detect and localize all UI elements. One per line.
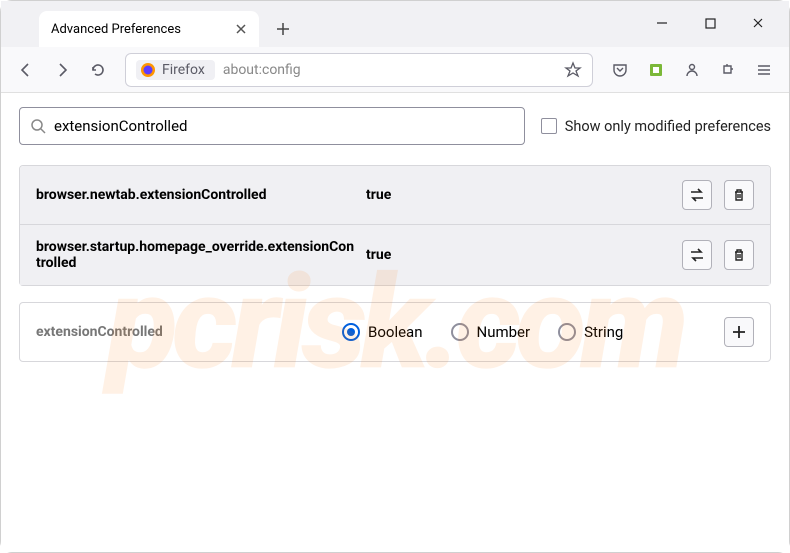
account-icon[interactable] bbox=[675, 53, 709, 87]
preference-name: browser.startup.homepage_override.extens… bbox=[36, 239, 356, 271]
preference-value: true bbox=[366, 187, 672, 203]
search-input[interactable] bbox=[54, 117, 514, 135]
identity-label: Firefox bbox=[162, 62, 205, 78]
toggle-button[interactable] bbox=[682, 240, 712, 270]
preference-row: browser.newtab.extensionControlled true bbox=[20, 166, 770, 225]
show-modified-label: Show only modified preferences bbox=[565, 118, 771, 135]
menu-button[interactable] bbox=[747, 53, 781, 87]
add-button[interactable] bbox=[724, 317, 754, 347]
preference-name: browser.newtab.extensionControlled bbox=[36, 187, 356, 203]
identity-box[interactable]: Firefox bbox=[136, 60, 215, 80]
show-modified-checkbox[interactable]: Show only modified preferences bbox=[541, 118, 771, 135]
url-bar[interactable]: Firefox about:config bbox=[125, 53, 593, 87]
radio-icon bbox=[558, 323, 576, 341]
firefox-icon bbox=[140, 62, 156, 78]
url-address: about:config bbox=[223, 62, 556, 78]
search-box[interactable] bbox=[19, 107, 525, 145]
search-icon bbox=[30, 118, 46, 134]
extension-icon[interactable] bbox=[639, 53, 673, 87]
delete-button[interactable] bbox=[724, 240, 754, 270]
tab-active[interactable]: Advanced Preferences bbox=[39, 11, 259, 47]
radio-boolean[interactable]: Boolean bbox=[342, 323, 423, 341]
bookmark-icon[interactable] bbox=[564, 61, 582, 79]
preference-row: browser.startup.homepage_override.extens… bbox=[20, 225, 770, 285]
forward-button[interactable] bbox=[45, 53, 79, 87]
checkbox-icon bbox=[541, 118, 557, 134]
tab-title: Advanced Preferences bbox=[51, 22, 181, 37]
extensions-icon[interactable] bbox=[711, 53, 745, 87]
radio-label: Number bbox=[477, 323, 531, 341]
radio-label: String bbox=[584, 323, 623, 341]
radio-string[interactable]: String bbox=[558, 323, 623, 341]
delete-button[interactable] bbox=[724, 180, 754, 210]
pocket-icon[interactable] bbox=[603, 53, 637, 87]
new-tab-button[interactable] bbox=[265, 11, 301, 47]
toolbar: Firefox about:config bbox=[1, 47, 789, 93]
new-preference-name: extensionControlled bbox=[36, 324, 326, 340]
reload-button[interactable] bbox=[81, 53, 115, 87]
preferences-table: browser.newtab.extensionControlled true … bbox=[19, 165, 771, 286]
type-radio-group: Boolean Number String bbox=[342, 323, 708, 341]
new-preference-row: extensionControlled Boolean Number Strin… bbox=[19, 302, 771, 362]
close-icon[interactable] bbox=[235, 23, 247, 35]
content: Show only modified preferences browser.n… bbox=[1, 93, 789, 552]
tab-bar: Advanced Preferences bbox=[1, 1, 789, 47]
close-button[interactable] bbox=[735, 7, 781, 39]
back-button[interactable] bbox=[9, 53, 43, 87]
radio-icon bbox=[342, 323, 360, 341]
radio-label: Boolean bbox=[368, 323, 423, 341]
maximize-button[interactable] bbox=[687, 7, 733, 39]
window-controls bbox=[639, 7, 781, 39]
radio-number[interactable]: Number bbox=[451, 323, 531, 341]
radio-icon bbox=[451, 323, 469, 341]
minimize-button[interactable] bbox=[639, 7, 685, 39]
toggle-button[interactable] bbox=[682, 180, 712, 210]
preference-value: true bbox=[366, 247, 672, 263]
